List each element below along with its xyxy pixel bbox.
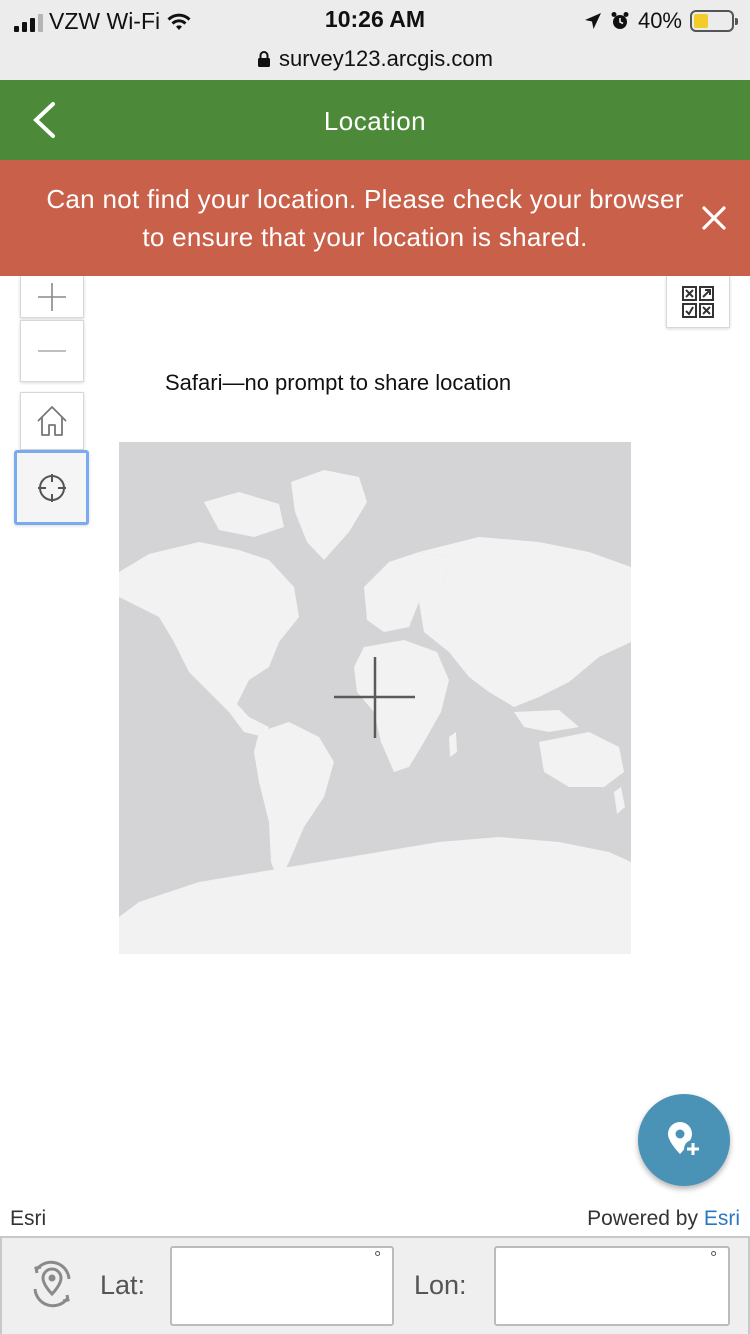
battery-fill — [694, 14, 709, 28]
location-error-banner: Can not find your location. Please check… — [0, 160, 750, 276]
zoom-in-button[interactable] — [20, 276, 84, 318]
world-map-graphic — [119, 442, 631, 954]
status-right: 40% — [584, 8, 738, 34]
zoom-out-icon — [38, 350, 66, 352]
location-arrow-icon — [584, 13, 601, 29]
qr-scan-icon — [682, 285, 714, 318]
locate-button[interactable] — [14, 450, 89, 525]
map-caption: Safari—no prompt to share location — [165, 370, 512, 395]
latitude-degree-unit: ° — [374, 1248, 382, 1268]
zoom-in-icon — [38, 282, 66, 311]
latitude-input[interactable] — [170, 1246, 394, 1326]
close-icon — [702, 206, 726, 230]
powered-by-text: Powered by — [587, 1207, 704, 1230]
page-title: Location — [323, 106, 427, 136]
esri-attribution: Esri — [10, 1207, 47, 1230]
status-bar: VZW Wi-Fi 10:26 AM 40% survey123.arcgis.… — [0, 0, 750, 80]
error-message: Can not find your location. Please check… — [46, 184, 684, 252]
coordinate-bar: Lat: ° Lon: ° — [0, 1236, 750, 1334]
alarm-icon — [611, 12, 629, 29]
battery-icon — [690, 10, 738, 32]
longitude-label: Lon: — [414, 1270, 467, 1300]
app-header: Location — [0, 80, 750, 160]
location-refresh-button[interactable] — [26, 1258, 78, 1310]
world-map[interactable] — [119, 442, 631, 954]
zoom-out-button[interactable] — [20, 320, 84, 382]
lock-icon — [258, 51, 270, 67]
add-point-button[interactable] — [638, 1094, 730, 1186]
locate-icon — [37, 473, 66, 502]
add-location-pin-icon — [668, 1122, 702, 1158]
url-bar[interactable]: survey123.arcgis.com — [0, 46, 750, 72]
location-refresh-icon — [33, 1260, 71, 1308]
battery-percent: 40% — [637, 8, 682, 33]
qr-scan-button[interactable] — [666, 276, 730, 328]
home-icon — [37, 406, 67, 436]
longitude-input[interactable] — [494, 1246, 730, 1326]
close-banner-button[interactable] — [696, 200, 732, 236]
longitude-degree-unit: ° — [710, 1248, 718, 1268]
url-text[interactable]: survey123.arcgis.com — [279, 46, 493, 72]
powered-by: Powered by Esri — [587, 1207, 740, 1231]
esri-link[interactable]: Esri — [704, 1207, 740, 1230]
home-button[interactable] — [20, 392, 84, 450]
latitude-label: Lat: — [100, 1270, 146, 1300]
